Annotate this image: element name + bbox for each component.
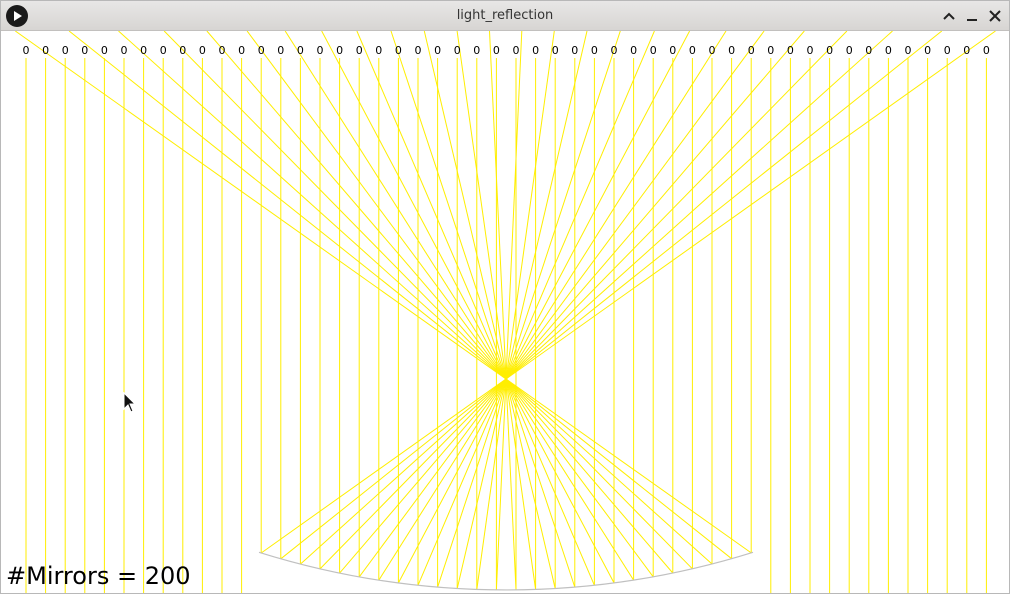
- mouse-cursor-icon: [123, 392, 137, 413]
- light-source-label: 0: [415, 44, 422, 57]
- window-title: light_reflection: [456, 8, 554, 23]
- light-source-label: 0: [434, 44, 441, 57]
- light-source-label: 0: [963, 44, 970, 57]
- close-icon: [989, 10, 1001, 22]
- light-source-label: 0: [552, 44, 559, 57]
- light-ray: [163, 31, 693, 570]
- light-source-label: 0: [807, 44, 814, 57]
- light-ray: [246, 31, 654, 578]
- maximize-button[interactable]: [939, 6, 959, 26]
- light-source-label: 0: [317, 44, 324, 57]
- light-source-label: 0: [905, 44, 912, 57]
- light-source-label: 0: [650, 44, 657, 57]
- light-source-label: 0: [199, 44, 206, 57]
- light-source-label: 0: [140, 44, 147, 57]
- light-source-label: 0: [277, 44, 284, 57]
- light-rays: [15, 31, 996, 593]
- light-source-label: 0: [513, 44, 520, 57]
- light-source-label: 0: [238, 44, 245, 57]
- light-source-label: 0: [865, 44, 872, 57]
- light-source-label: 0: [81, 44, 88, 57]
- mirror-count-label: #Mirrors = 200: [6, 562, 191, 590]
- light-source-label: 0: [493, 44, 500, 57]
- chevron-up-icon: [943, 12, 955, 20]
- light-source-label: 0: [219, 44, 226, 57]
- light-source-label: 0: [611, 44, 618, 57]
- minimize-button[interactable]: [962, 6, 982, 26]
- light-source-label: 0: [924, 44, 931, 57]
- light-source-label: 0: [630, 44, 637, 57]
- light-source-label: 0: [179, 44, 186, 57]
- light-ray: [280, 31, 943, 560]
- light-ray: [397, 31, 691, 584]
- light-ray: [321, 31, 615, 584]
- light-source-label: 0: [983, 44, 990, 57]
- light-ray: [489, 31, 517, 590]
- light-source-label: 0: [885, 44, 892, 57]
- light-ray: [260, 31, 996, 554]
- light-ray: [358, 31, 765, 578]
- light-source-label: 0: [356, 44, 363, 57]
- light-ray: [68, 31, 732, 560]
- light-source-label: 0: [591, 44, 598, 57]
- light-source-label: 0: [826, 44, 833, 57]
- light-ray: [284, 31, 635, 581]
- light-source-label: 0: [375, 44, 382, 57]
- close-button[interactable]: [985, 6, 1005, 26]
- app-window: light_reflection 00000000000000000000000…: [0, 0, 1010, 594]
- light-source-label: 0: [571, 44, 578, 57]
- light-source-label: 0: [62, 44, 69, 57]
- light-source-label: 0: [473, 44, 480, 57]
- light-ray: [495, 31, 523, 590]
- title-bar[interactable]: light_reflection: [1, 1, 1009, 31]
- light-source-label: 0: [532, 44, 539, 57]
- light-source-label: 0: [297, 44, 304, 57]
- mirror-arc: [258, 551, 754, 591]
- light-source-label: 0: [709, 44, 716, 57]
- light-source-label: 0: [728, 44, 735, 57]
- light-source-label: 0: [42, 44, 49, 57]
- light-source-label: 0: [395, 44, 402, 57]
- light-source-label: 0: [101, 44, 108, 57]
- light-reflection-scene: 0000000000000000000000000000000000000000…: [15, 31, 996, 593]
- light-source-label: 0: [454, 44, 461, 57]
- light-sources: 0000000000000000000000000000000000000000…: [23, 44, 990, 57]
- light-source-label: 0: [160, 44, 167, 57]
- light-source-label: 0: [669, 44, 676, 57]
- light-source-label: 0: [258, 44, 265, 57]
- light-source-label: 0: [846, 44, 853, 57]
- light-ray: [118, 31, 713, 565]
- light-ray: [15, 31, 752, 554]
- sketch-canvas[interactable]: 0000000000000000000000000000000000000000…: [2, 31, 1008, 593]
- light-source-label: 0: [121, 44, 128, 57]
- light-source-label: 0: [767, 44, 774, 57]
- light-source-label: 0: [336, 44, 343, 57]
- light-ray: [319, 31, 848, 570]
- light-source-label: 0: [787, 44, 794, 57]
- light-source-label: 0: [689, 44, 696, 57]
- light-source-label: 0: [944, 44, 951, 57]
- light-source-label: 0: [748, 44, 755, 57]
- minimize-icon: [967, 19, 977, 21]
- light-source-label: 0: [23, 44, 30, 57]
